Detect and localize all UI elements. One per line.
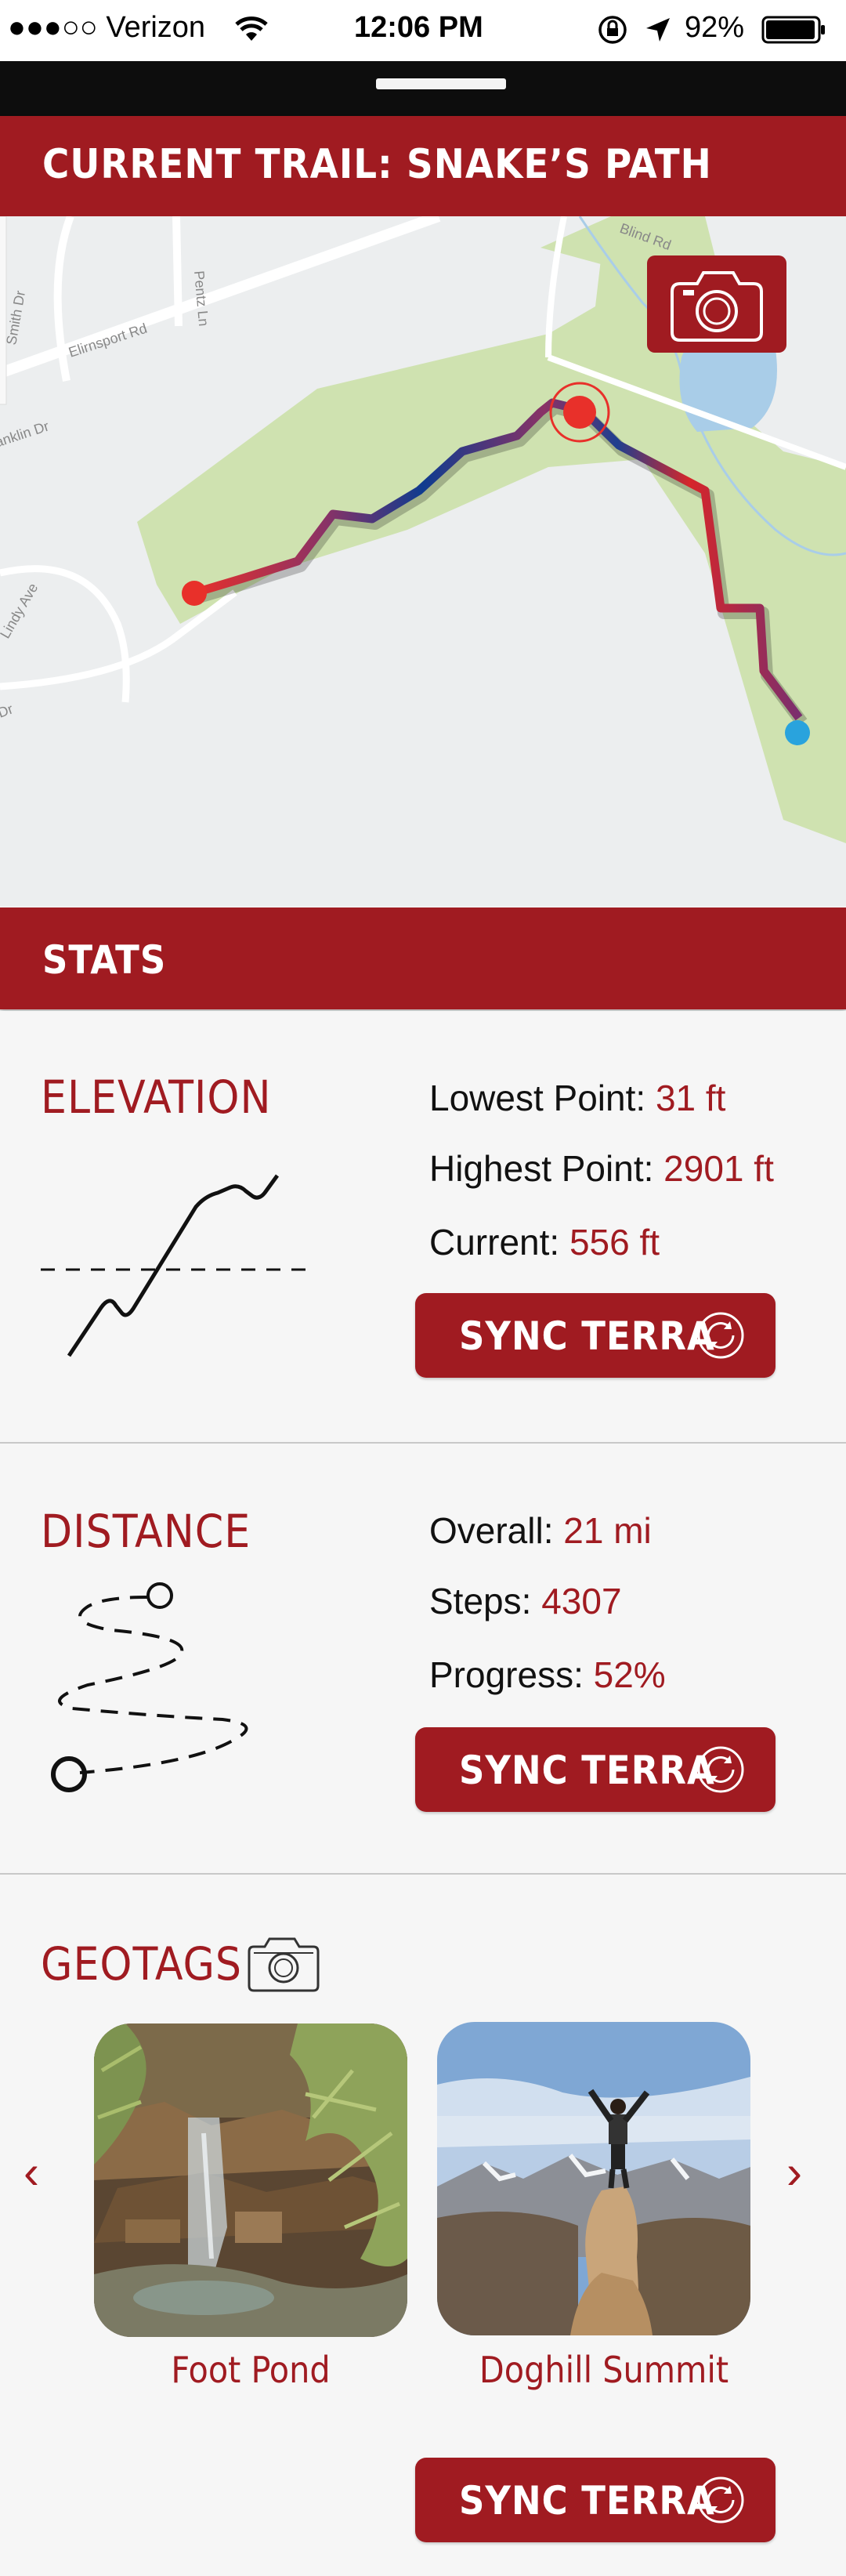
steps-label: Steps: xyxy=(429,1581,542,1621)
route-end-marker[interactable] xyxy=(785,720,810,745)
street-label: Franklin Dr xyxy=(0,418,51,455)
wifi-icon xyxy=(235,16,268,41)
elevation-sync-terra-button[interactable]: SYNC TERRA xyxy=(415,1293,776,1378)
current-trail-title: CURRENT TRAIL: SNAKE’S PATH xyxy=(42,141,712,188)
geotags-sync-terra-button[interactable]: SYNC TERRA xyxy=(415,2458,776,2542)
location-arrow-icon xyxy=(646,18,670,42)
overall-label: Overall: xyxy=(429,1510,564,1551)
street-label: Dr xyxy=(0,701,15,720)
geotag-caption: Doghill Summit xyxy=(479,2349,729,2391)
prev-arrow-icon[interactable]: ‹ xyxy=(24,2145,39,2199)
street-label: Pentz Ln xyxy=(191,270,212,328)
map-camera-button[interactable] xyxy=(647,255,786,353)
geotag-camera-icon[interactable] xyxy=(246,1934,321,1992)
current-position-marker[interactable] xyxy=(563,396,596,429)
current-trail-banner: CURRENT TRAIL: SNAKE’S PATH xyxy=(0,116,846,216)
pond xyxy=(679,339,777,432)
geotag-photo-foot-pond[interactable] xyxy=(94,2023,407,2337)
stats-banner: STATS xyxy=(0,908,846,1009)
distance-path-icon xyxy=(51,1582,248,1792)
geotag-photo-doghill-summit[interactable] xyxy=(437,2022,750,2335)
waterfall-photo xyxy=(94,2023,407,2337)
highest-point-label: Highest Point: xyxy=(429,1148,664,1189)
lowest-point-stat: Lowest Point: 31 ft xyxy=(429,1077,725,1119)
current-elevation-value: 556 ft xyxy=(569,1222,660,1263)
geotags-card: GEOTAGS ‹ › Foot Pond Doghill Summit SYN… xyxy=(0,1875,846,2576)
steps-value: 4307 xyxy=(541,1581,622,1621)
drag-handle[interactable] xyxy=(376,78,506,89)
stats-title: STATS xyxy=(42,937,167,983)
distance-sync-terra-button[interactable]: SYNC TERRA xyxy=(415,1727,776,1812)
highest-point-stat: Highest Point: 2901 ft xyxy=(429,1147,774,1190)
current-elevation-label: Current: xyxy=(429,1222,569,1263)
elevation-graph-icon xyxy=(41,1174,307,1357)
current-elevation-stat: Current: 556 ft xyxy=(429,1221,660,1263)
battery-percent: 92% xyxy=(685,11,745,44)
sync-terra-label: SYNC TERRA xyxy=(459,1748,715,1793)
overall-value: 21 mi xyxy=(563,1510,652,1551)
highest-point-value: 2901 ft xyxy=(663,1148,774,1189)
road-smith xyxy=(53,216,74,382)
carrier-label: ●●●○○ Verizon xyxy=(8,11,206,44)
clock: 12:06 PM xyxy=(354,11,483,44)
steps-stat: Steps: 4307 xyxy=(429,1580,622,1622)
sync-icon xyxy=(697,1746,744,1793)
elevation-title: ELEVATION xyxy=(41,1071,272,1124)
road-pentz xyxy=(172,216,183,327)
distance-title: DISTANCE xyxy=(41,1505,251,1558)
progress-label: Progress: xyxy=(429,1654,594,1695)
street-label: Lindy Ave xyxy=(0,581,41,641)
sync-icon xyxy=(697,2476,744,2523)
geotags-title: GEOTAGS xyxy=(41,1937,243,1991)
trail-map[interactable]: Smith Dr Pentz Ln Elirnsport Rd Franklin… xyxy=(0,216,846,906)
sync-icon xyxy=(697,1312,744,1359)
sync-terra-label: SYNC TERRA xyxy=(459,1313,715,1359)
map-edge-panel xyxy=(0,216,7,405)
sync-terra-label: SYNC TERRA xyxy=(459,2478,715,2523)
status-bar: ●●●○○ Verizon 12:06 PM 92% xyxy=(0,0,846,61)
drawer-grab-bar[interactable] xyxy=(0,61,846,116)
geotag-caption: Foot Pond xyxy=(171,2349,331,2391)
rotation-lock-icon xyxy=(598,16,627,44)
lowest-point-label: Lowest Point: xyxy=(429,1078,656,1118)
elevation-card: ELEVATION Lowest Point: 31 ft Highest Po… xyxy=(0,1011,846,1444)
distance-card: DISTANCE Overall: 21 mi Steps: 4307 Prog… xyxy=(0,1444,846,1875)
progress-stat: Progress: 52% xyxy=(429,1654,666,1696)
route-start-marker[interactable] xyxy=(182,581,207,606)
overall-distance-stat: Overall: 21 mi xyxy=(429,1509,652,1552)
progress-value: 52% xyxy=(593,1654,666,1695)
camera-icon xyxy=(671,271,763,342)
street-label: Smith Dr xyxy=(3,289,28,346)
next-arrow-icon[interactable]: › xyxy=(786,2145,802,2199)
summit-photo xyxy=(437,2022,750,2335)
battery-icon xyxy=(761,16,825,44)
lowest-point-value: 31 ft xyxy=(655,1078,726,1118)
